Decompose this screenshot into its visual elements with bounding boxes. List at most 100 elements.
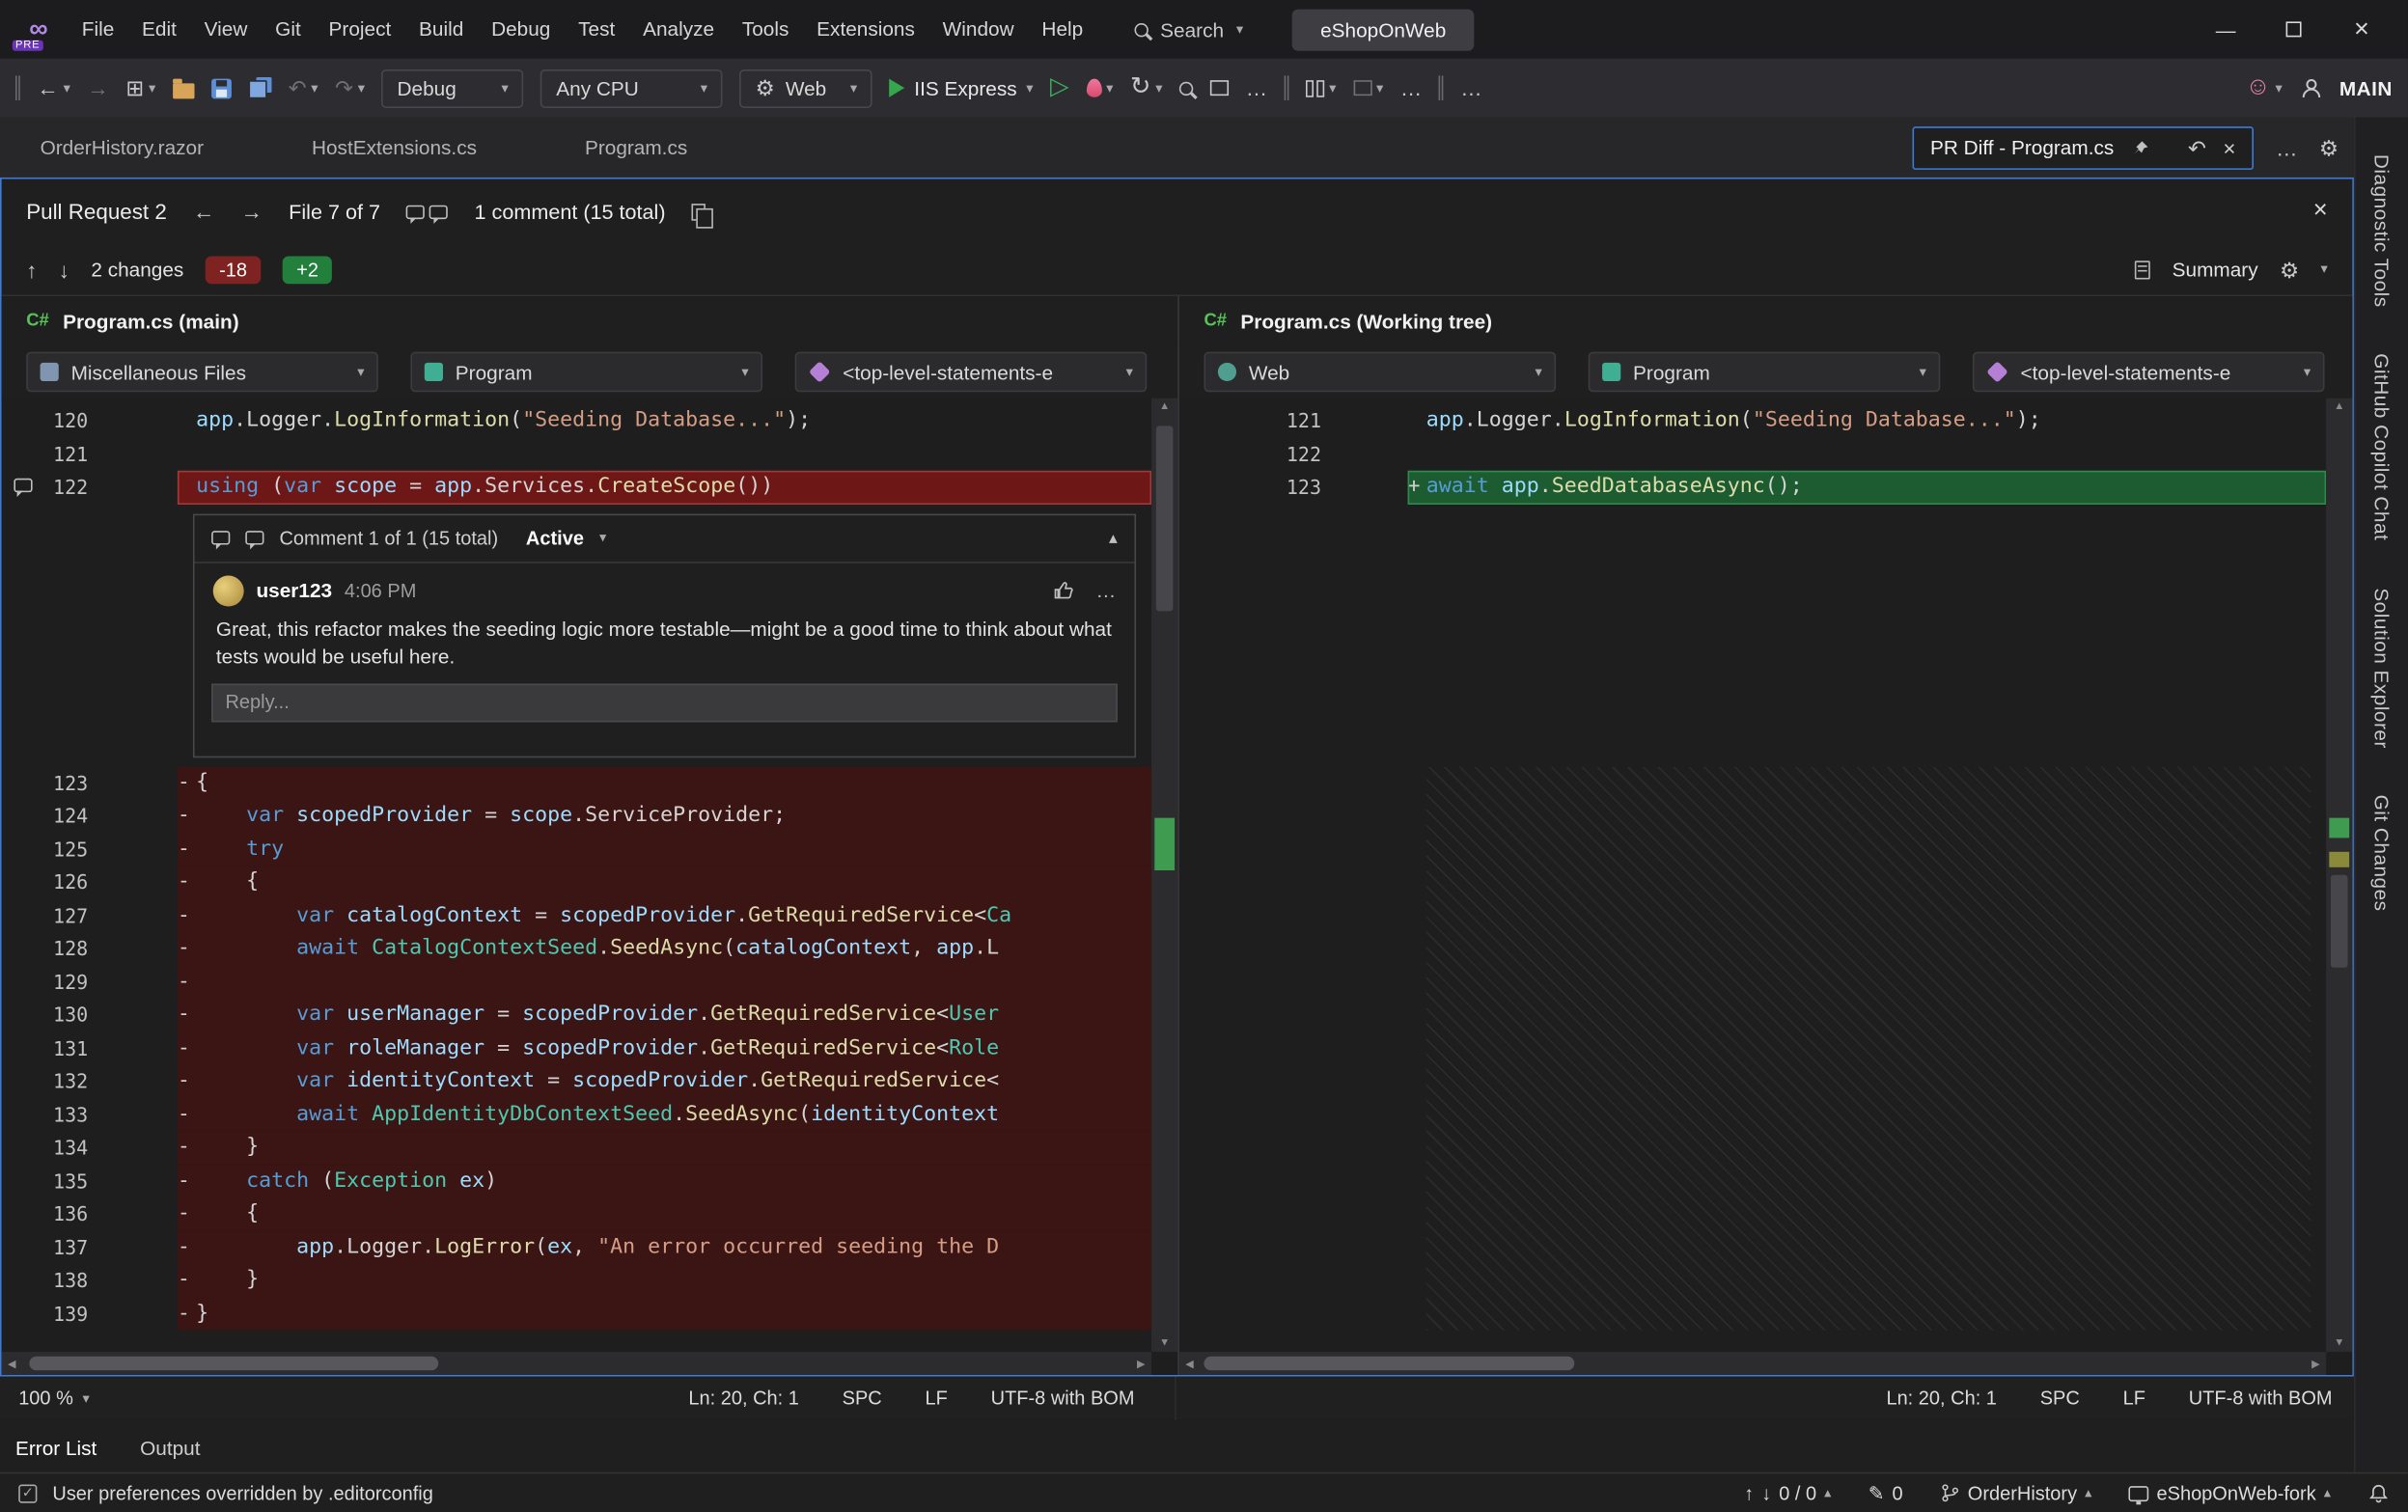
- zoom-selector[interactable]: 100 %: [18, 1388, 73, 1409]
- navigate-back-button[interactable]: ← ▾: [37, 77, 69, 98]
- undo-button[interactable]: ↶ ▾: [289, 77, 318, 98]
- encoding[interactable]: UTF-8 with BOM: [991, 1388, 1135, 1409]
- previous-change-button[interactable]: ↑: [26, 259, 37, 280]
- save-all-button[interactable]: [248, 77, 271, 98]
- scroll-right-icon[interactable]: ▶: [1137, 1358, 1146, 1370]
- swap-diff-icon[interactable]: ↶: [2188, 137, 2206, 158]
- window-layout-button[interactable]: [1210, 80, 1229, 96]
- rail-item-git-changes[interactable]: Git Changes: [2370, 794, 2394, 911]
- code-line-127[interactable]: 127- var catalogContext = scopedProvider…: [2, 899, 1151, 932]
- copy-icon[interactable]: [692, 203, 706, 220]
- pending-edits-button[interactable]: ✎ 0: [1868, 1481, 1903, 1504]
- tab-hostextensions-cs[interactable]: HostExtensions.cs: [287, 136, 501, 159]
- restart-button[interactable]: ↻ ▾: [1130, 75, 1162, 100]
- previous-file-button[interactable]: ←: [193, 201, 214, 222]
- menu-help[interactable]: Help: [1028, 10, 1097, 50]
- menu-window[interactable]: Window: [928, 10, 1028, 50]
- left-vertical-scrollbar[interactable]: ▲ ▼: [1151, 399, 1177, 1352]
- solution-platform-dropdown[interactable]: Any CPU ▾: [540, 69, 723, 107]
- menu-extensions[interactable]: Extensions: [803, 10, 928, 50]
- scrollbar-thumb[interactable]: [29, 1357, 438, 1370]
- menu-debug[interactable]: Debug: [478, 10, 565, 50]
- scroll-up-icon[interactable]: ▲: [2326, 401, 2352, 412]
- code-line-138[interactable]: 138- }: [2, 1264, 1151, 1297]
- close-pr-diff-button[interactable]: ×: [2313, 198, 2328, 226]
- minimize-button[interactable]: —: [2192, 3, 2259, 55]
- navigate-forward-button[interactable]: →: [87, 77, 108, 98]
- scroll-up-icon[interactable]: ▲: [1151, 401, 1177, 412]
- rail-item-diagnostic-tools[interactable]: Diagnostic Tools: [2370, 154, 2394, 308]
- account-button[interactable]: [2299, 76, 2322, 99]
- send-feedback-button[interactable]: ☺ ▾: [2246, 75, 2283, 100]
- code-line-134[interactable]: 134- }: [2, 1131, 1151, 1164]
- next-file-button[interactable]: →: [241, 201, 263, 222]
- toolbar-drag-handle[interactable]: [1285, 75, 1289, 100]
- open-file-button[interactable]: [173, 78, 194, 98]
- tab-program-cs[interactable]: Program.cs: [560, 136, 711, 159]
- collapse-thread-icon[interactable]: ▴: [1109, 528, 1118, 548]
- new-project-button[interactable]: ⊞ ▾: [125, 77, 155, 98]
- menu-view[interactable]: View: [190, 10, 261, 50]
- rail-item-solution-explorer[interactable]: Solution Explorer: [2370, 588, 2394, 749]
- code-line-135[interactable]: 135- catch (Exception ex): [2, 1165, 1151, 1197]
- encoding[interactable]: UTF-8 with BOM: [2189, 1388, 2333, 1409]
- code-line-128[interactable]: 128- await CatalogContextSeed.SeedAsync(…: [2, 932, 1151, 965]
- comment-bubble-icon[interactable]: [14, 479, 32, 492]
- right-type-dropdown[interactable]: Program ▾: [1589, 352, 1941, 393]
- code-line-132[interactable]: 132- var identityContext = scopedProvide…: [2, 1065, 1151, 1098]
- scrollbar-thumb[interactable]: [1156, 426, 1174, 611]
- line-ending[interactable]: LF: [2123, 1388, 2145, 1409]
- toolbar-drag-handle[interactable]: [1439, 75, 1444, 100]
- code-line-130[interactable]: 130- var userManager = scopedProvider.Ge…: [2, 999, 1151, 1031]
- maximize-button[interactable]: [2259, 3, 2327, 55]
- summary-button[interactable]: Summary: [2173, 258, 2258, 281]
- solution-configuration-dropdown[interactable]: Debug ▾: [382, 69, 524, 107]
- code-line-137[interactable]: 137- app.Logger.LogError(ex, "An error o…: [2, 1230, 1151, 1263]
- panel-tab-error-list[interactable]: Error List: [15, 1436, 97, 1459]
- code-line-124[interactable]: 124- var scopedProvider = scope.ServiceP…: [2, 799, 1151, 832]
- current-branch-button[interactable]: OrderHistory ▴: [1940, 1482, 2091, 1503]
- scrollbar-thumb[interactable]: [1204, 1357, 1574, 1370]
- sync-commits-button[interactable]: ↑↓ 0 / 0 ▴: [1744, 1482, 1831, 1503]
- left-member-dropdown[interactable]: <top-level-statements-e ▾: [795, 352, 1148, 393]
- close-window-button[interactable]: ×: [2328, 3, 2395, 55]
- scroll-down-icon[interactable]: ▼: [2326, 1338, 2352, 1349]
- current-branch-label[interactable]: MAIN: [2339, 76, 2393, 99]
- code-line-126[interactable]: 126- {: [2, 866, 1151, 898]
- tab-orderhistory-razor[interactable]: OrderHistory.razor: [15, 136, 229, 159]
- code-line-123[interactable]: 123+await app.SeedDatabaseAsync();: [1179, 471, 2326, 504]
- code-line-129[interactable]: 129-: [2, 965, 1151, 998]
- save-button[interactable]: [211, 78, 232, 98]
- toolbar-drag-handle[interactable]: [15, 75, 20, 100]
- tab-pr-diff-program[interactable]: PR Diff - Program.cs ↶ ×: [1912, 125, 2255, 169]
- panel-tab-output[interactable]: Output: [140, 1436, 200, 1459]
- solution-button[interactable]: eShopOnWeb: [1292, 9, 1474, 50]
- toolbar-overflow-button-3[interactable]: …: [1460, 77, 1481, 98]
- startup-profile-dropdown[interactable]: ⚙ Web ▾: [740, 69, 873, 107]
- code-line-136[interactable]: 136- {: [2, 1197, 1151, 1230]
- code-line-121[interactable]: 121: [2, 437, 1151, 470]
- code-line-133[interactable]: 133- await AppIdentityDbContextSeed.Seed…: [2, 1098, 1151, 1131]
- menu-tools[interactable]: Tools: [728, 10, 802, 50]
- left-type-dropdown[interactable]: Program ▾: [410, 352, 762, 393]
- left-project-dropdown[interactable]: Miscellaneous Files ▾: [26, 352, 378, 393]
- code-line-122[interactable]: 122using (var scope = app.Services.Creat…: [2, 471, 1151, 504]
- right-horizontal-scrollbar[interactable]: ◀ ▶: [1179, 1352, 2326, 1375]
- find-in-files-button[interactable]: [1179, 81, 1193, 95]
- comment-more-options-button[interactable]: …: [1096, 579, 1117, 602]
- thread-status-dropdown[interactable]: Active: [526, 527, 584, 548]
- menu-project[interactable]: Project: [315, 10, 405, 50]
- caret-position[interactable]: Ln: 20, Ch: 1: [688, 1388, 798, 1409]
- pin-icon[interactable]: [2131, 138, 2149, 156]
- chevron-down-icon[interactable]: ▾: [2320, 262, 2327, 276]
- rail-item-github-copilot-chat[interactable]: GitHub Copilot Chat: [2370, 354, 2394, 541]
- search-box[interactable]: Search ▾: [1134, 17, 1243, 41]
- reply-input[interactable]: [211, 683, 1118, 722]
- left-horizontal-scrollbar[interactable]: ◀ ▶: [2, 1352, 1151, 1375]
- indent-mode[interactable]: SPC: [843, 1388, 882, 1409]
- tab-overflow-button[interactable]: …: [2276, 137, 2297, 158]
- start-without-debugging-button[interactable]: ▷: [1050, 75, 1069, 100]
- menu-edit[interactable]: Edit: [128, 10, 191, 50]
- like-button[interactable]: [1053, 580, 1074, 601]
- diff-settings-gear-icon[interactable]: ⚙: [2280, 259, 2299, 280]
